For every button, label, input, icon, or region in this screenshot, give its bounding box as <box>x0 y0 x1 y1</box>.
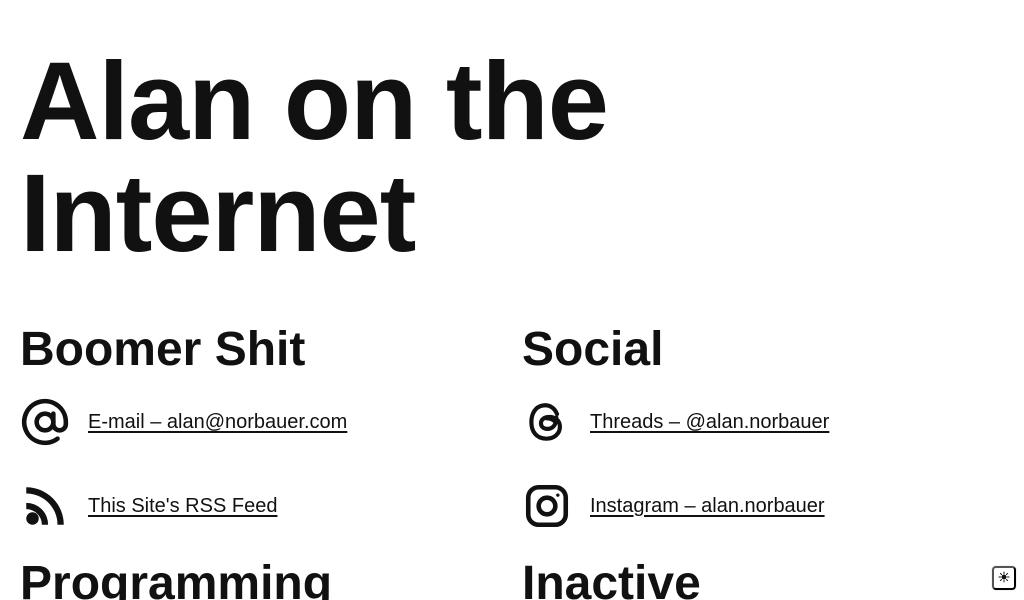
at-icon <box>20 397 70 447</box>
section-title-inactive: Inactive <box>522 557 701 600</box>
threads-icon <box>522 397 572 447</box>
page-title: Alan on the Internet <box>20 40 609 275</box>
sun-icon <box>998 571 1010 586</box>
list-item-email[interactable]: E-mail – alan@norbauer.com <box>20 394 347 450</box>
page: Alan on the Internet Boomer Shit E-mail … <box>0 0 1024 600</box>
instagram-link[interactable]: Instagram – alan.norbauer <box>590 495 825 518</box>
list-item-threads[interactable]: Threads – @alan.norbauer <box>522 394 829 450</box>
section-title-social: Social <box>522 323 664 376</box>
email-link[interactable]: E-mail – alan@norbauer.com <box>88 411 347 434</box>
rss-link[interactable]: This Site's RSS Feed <box>88 495 277 518</box>
section-title-boomer: Boomer Shit <box>20 323 306 376</box>
rss-icon <box>20 481 70 531</box>
threads-link[interactable]: Threads – @alan.norbauer <box>590 411 829 434</box>
theme-toggle-button[interactable] <box>992 566 1016 590</box>
list-item-rss[interactable]: This Site's RSS Feed <box>20 478 277 534</box>
section-title-programming: Programming <box>20 557 333 600</box>
instagram-icon <box>522 481 572 531</box>
list-item-instagram[interactable]: Instagram – alan.norbauer <box>522 478 825 534</box>
